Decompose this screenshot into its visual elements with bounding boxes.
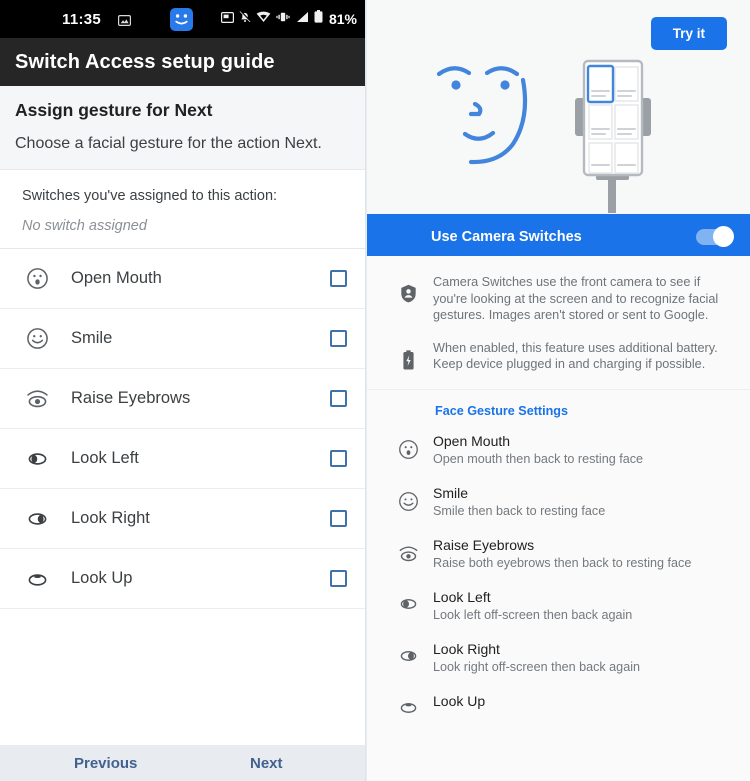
gesture-checkbox[interactable] <box>330 450 347 467</box>
face-gesture-open-mouth[interactable]: Open Mouth Open mouth then back to resti… <box>367 424 750 476</box>
page-title: Switch Access setup guide <box>15 50 275 73</box>
gesture-option-label: Raise Eyebrows <box>71 389 191 407</box>
gesture-checkbox[interactable] <box>330 270 347 287</box>
face-gesture-subtitle: Open mouth then back to resting face <box>433 451 644 466</box>
intro-section: Assign gesture for Next Choose a facial … <box>0 86 365 170</box>
left-phone-screen: 11:35 81% Switch Access setup guide Assi… <box>0 0 366 781</box>
assigned-switches-label: Switches you've assigned to this action: <box>22 188 278 204</box>
previous-button[interactable]: Previous <box>74 755 137 772</box>
gesture-option-label: Open Mouth <box>71 269 162 287</box>
look-left-icon <box>22 449 52 469</box>
gesture-option-label: Smile <box>71 329 113 347</box>
face-illustration <box>429 52 549 177</box>
face-gesture-raise-eyebrows[interactable]: Raise Eyebrows Raise both eyebrows then … <box>367 528 750 580</box>
dual-screenshot-container: 11:35 81% Switch Access setup guide Assi… <box>0 0 750 781</box>
hero-illustration-area: Try it <box>367 0 750 218</box>
info-row-privacy: Camera Switches use the front camera to … <box>367 268 750 334</box>
use-camera-switches-label: Use Camera Switches <box>431 229 582 245</box>
face-gesture-text: Open Mouth Open mouth then back to resti… <box>433 433 643 466</box>
face-gesture-subtitle: Smile then back to resting face <box>433 503 606 518</box>
battery-charging-icon <box>393 340 423 373</box>
face-gesture-title: Look Left <box>433 588 491 605</box>
gesture-option-raise-eyebrows[interactable]: Raise Eyebrows <box>0 369 365 429</box>
use-camera-switches-toggle[interactable] <box>696 226 734 247</box>
face-gesture-title: Raise Eyebrows <box>433 536 535 553</box>
info-row-battery: When enabled, this feature uses addition… <box>367 334 750 383</box>
gesture-option-smile[interactable]: Smile <box>0 309 365 369</box>
right-settings-screen: Try it Use Camera Switches Camera Switch… <box>366 0 750 781</box>
battery-percent-label: 81% <box>328 11 357 27</box>
intro-subtitle: Choose a facial gesture for the action N… <box>15 135 322 152</box>
look-right-icon <box>22 509 52 529</box>
next-button[interactable]: Next <box>250 755 283 772</box>
gesture-checkbox[interactable] <box>330 330 347 347</box>
gesture-option-label: Look Right <box>71 509 150 527</box>
gesture-checkbox[interactable] <box>330 570 347 587</box>
try-it-button[interactable]: Try it <box>650 17 727 50</box>
face-gesture-text: Look Left Look left off-screen then back… <box>433 589 632 622</box>
face-gesture-subtitle: Look left off-screen then back again <box>433 607 633 622</box>
raise-eyebrows-icon <box>22 387 52 410</box>
gesture-option-open-mouth[interactable]: Open Mouth <box>0 249 365 309</box>
list-empty-space <box>0 677 365 745</box>
assigned-switches-value: No switch assigned <box>22 218 147 234</box>
smile-icon <box>22 327 52 350</box>
look-up-icon <box>393 693 423 717</box>
floor-line <box>367 214 750 218</box>
assigned-switches-section: Switches you've assigned to this action:… <box>0 170 365 249</box>
face-switch-icon <box>170 8 193 31</box>
toggle-knob <box>713 226 734 247</box>
gesture-option-look-up[interactable]: Look Up <box>0 549 365 609</box>
phone-on-stand-illustration <box>563 53 663 218</box>
face-gesture-settings-list: Open Mouth Open mouth then back to resti… <box>367 424 750 727</box>
status-bar-icons: 81% <box>220 0 357 38</box>
message-icon <box>118 13 132 31</box>
look-left-icon <box>393 589 423 613</box>
face-gesture-look-up[interactable]: Look Up <box>367 684 750 727</box>
intro-title: Assign gesture for Next <box>15 100 213 120</box>
open-mouth-icon <box>22 267 52 290</box>
face-gesture-settings-header: Face Gesture Settings <box>435 403 568 418</box>
wizard-footer: Previous Next <box>0 745 365 781</box>
gesture-option-label: Look Left <box>71 449 139 467</box>
privacy-shield-icon <box>393 274 423 324</box>
face-gesture-look-left[interactable]: Look Left Look left off-screen then back… <box>367 580 750 632</box>
gesture-option-look-right[interactable]: Look Right <box>0 489 365 549</box>
app-bar: Switch Access setup guide <box>0 38 365 86</box>
face-gesture-subtitle: Raise both eyebrows then back to resting… <box>433 555 692 570</box>
face-gesture-title: Smile <box>433 484 469 501</box>
look-right-icon <box>393 641 423 665</box>
gesture-option-look-left[interactable]: Look Left <box>0 429 365 489</box>
notifications-muted-icon <box>239 9 251 28</box>
face-gesture-text: Smile Smile then back to resting face <box>433 485 605 518</box>
battery-icon <box>314 10 323 28</box>
face-gesture-title: Look Up <box>433 692 486 709</box>
screenshot-icon <box>220 10 234 28</box>
face-gesture-text: Look Up <box>433 693 485 712</box>
info-section: Camera Switches use the front camera to … <box>367 256 750 390</box>
look-up-icon <box>22 569 52 589</box>
gesture-option-label: Look Up <box>71 569 133 587</box>
use-camera-switches-row[interactable]: Use Camera Switches <box>367 218 750 256</box>
signal-icon <box>295 10 309 28</box>
smile-icon <box>393 485 423 512</box>
wifi-icon <box>256 10 271 28</box>
face-gesture-look-right[interactable]: Look Right Look right off-screen then ba… <box>367 632 750 684</box>
face-gesture-title: Look Right <box>433 640 500 657</box>
status-bar-clock: 11:35 <box>62 10 102 28</box>
info-text-privacy: Camera Switches use the front camera to … <box>433 275 719 322</box>
gesture-option-list: Open Mouth Smile Raise Eyebrows Look Lef… <box>0 249 365 677</box>
face-gesture-text: Look Right Look right off-screen then ba… <box>433 641 640 674</box>
vibrate-icon <box>276 10 290 28</box>
info-text-battery: When enabled, this feature uses addition… <box>433 340 718 372</box>
face-gesture-smile[interactable]: Smile Smile then back to resting face <box>367 476 750 528</box>
face-gesture-title: Open Mouth <box>433 432 511 449</box>
face-gesture-subtitle: Look right off-screen then back again <box>433 659 640 674</box>
gesture-checkbox[interactable] <box>330 390 347 407</box>
raise-eyebrows-icon <box>393 537 423 564</box>
open-mouth-icon <box>393 433 423 460</box>
face-gesture-text: Raise Eyebrows Raise both eyebrows then … <box>433 537 691 570</box>
status-bar: 11:35 81% <box>0 0 365 38</box>
gesture-checkbox[interactable] <box>330 510 347 527</box>
